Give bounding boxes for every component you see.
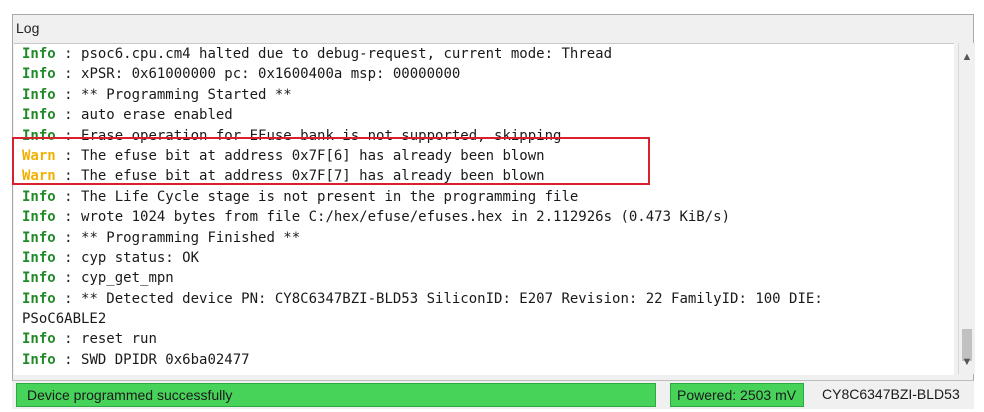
log-message: auto erase enabled [81, 107, 233, 124]
device-name: CY8C6347BZI-BLD53 [822, 386, 960, 402]
log-message: ** Detected device PN: CY8C6347BZI-BLD53… [81, 290, 823, 307]
log-lines: Info : psoc6.cpu.cm4 halted due to debug… [14, 44, 954, 370]
log-level: Info [22, 229, 56, 246]
log-line: Info : cyp status: OK [14, 248, 954, 268]
log-line: PSoC6ABLE2 [14, 309, 954, 329]
log-line: Info : cyp_get_mpn [14, 268, 954, 288]
log-message: ** Programming Finished ** [81, 229, 301, 246]
log-level: Info [22, 86, 56, 103]
log-level: Info [22, 209, 56, 226]
log-line: Info : ** Programming Finished ** [14, 228, 954, 248]
log-level: Info [22, 270, 56, 287]
log-separator: : [55, 290, 82, 307]
log-line: Info : SWD DPIDR 0x6ba02477 [14, 350, 954, 370]
log-message: cyp status: OK [81, 249, 200, 266]
panel-title: Log [16, 20, 40, 36]
warning-highlight-box [12, 137, 650, 185]
log-line: Info : ** Detected device PN: CY8C6347BZ… [14, 289, 954, 309]
log-line: Info : xPSR: 0x61000000 pc: 0x1600400a m… [14, 64, 954, 84]
log-line: Info : reset run [14, 329, 954, 349]
log-message: psoc6.cpu.cm4 halted due to debug-reques… [81, 46, 613, 62]
log-line: Info : auto erase enabled [14, 105, 954, 125]
log-message: reset run [81, 331, 157, 348]
log-message: cyp_get_mpn [81, 270, 174, 287]
log-separator: : [55, 107, 82, 124]
status-message: Device programmed successfully [16, 383, 656, 407]
log-separator: : [55, 46, 82, 62]
log-message: PSoC6ABLE2 [22, 311, 107, 328]
log-separator: : [55, 66, 82, 83]
power-indicator: Powered: 2503 mV [670, 383, 804, 407]
log-line: Info : psoc6.cpu.cm4 halted due to debug… [14, 44, 954, 64]
log-message: wrote 1024 bytes from file C:/hex/efuse/… [81, 209, 731, 226]
scroll-down-icon[interactable]: ▼ [959, 354, 975, 370]
log-level: Info [22, 331, 56, 348]
log-separator: : [55, 188, 82, 205]
log-separator: : [55, 209, 82, 226]
status-bar: Device programmed successfully Powered: … [12, 380, 974, 409]
log-separator: : [55, 351, 82, 368]
log-message: The Life Cycle stage is not present in t… [81, 188, 579, 205]
log-level: Info [22, 290, 56, 307]
scroll-up-icon[interactable]: ▲ [959, 49, 975, 65]
log-message: SWD DPIDR 0x6ba02477 [81, 351, 250, 368]
log-separator: : [55, 270, 82, 287]
log-message: xPSR: 0x61000000 pc: 0x1600400a msp: 000… [81, 66, 461, 83]
log-separator: : [55, 249, 82, 266]
log-level: Info [22, 46, 56, 62]
log-level: Info [22, 351, 56, 368]
log-message: ** Programming Started ** [81, 86, 292, 103]
log-level: Info [22, 66, 56, 83]
log-output[interactable]: Info : psoc6.cpu.cm4 halted due to debug… [14, 43, 954, 375]
log-separator: : [55, 86, 82, 103]
log-line: Info : The Life Cycle stage is not prese… [14, 187, 954, 207]
log-level: Info [22, 249, 56, 266]
log-separator: : [55, 229, 82, 246]
log-scrollbar[interactable]: ▲ ▼ [958, 43, 975, 374]
log-level: Info [22, 188, 56, 205]
log-line: Info : ** Programming Started ** [14, 85, 954, 105]
log-level: Info [22, 107, 56, 124]
log-separator: : [55, 331, 82, 348]
log-line: Info : wrote 1024 bytes from file C:/hex… [14, 207, 954, 227]
